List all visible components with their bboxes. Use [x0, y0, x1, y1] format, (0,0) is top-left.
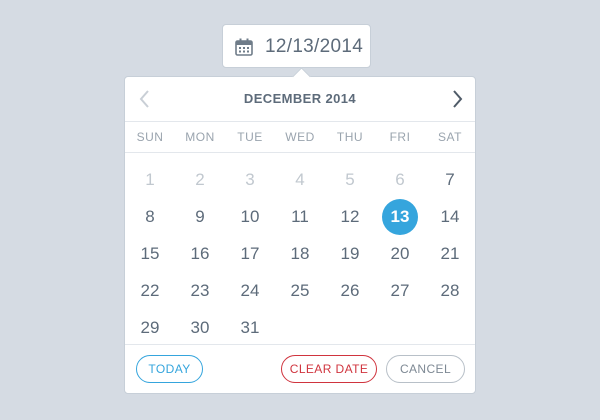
calendar-day-label: 24 — [240, 281, 260, 300]
weekday-row: SUN MON TUE WED THU FRI SAT — [125, 122, 475, 152]
calendar-day-label: 31 — [240, 318, 260, 337]
calendar-day[interactable]: 26 — [325, 273, 375, 309]
calendar-day[interactable]: 8 — [125, 199, 175, 235]
footer-divider — [125, 344, 475, 345]
calendar-day: 5 — [325, 162, 375, 198]
datepicker-popover: DECEMBER 2014 SUN MON TUE WED THU FRI SA… — [124, 67, 476, 394]
calendar-day-label: 29 — [140, 318, 160, 337]
cancel-button[interactable]: CANCEL — [386, 355, 465, 383]
calendar-day: 6 — [375, 162, 425, 198]
calendar-day-label: 5 — [345, 170, 355, 189]
calendar-day-label: 6 — [395, 170, 405, 189]
calendar-day[interactable]: 10 — [225, 199, 275, 235]
weekday-label: SAT — [438, 130, 462, 144]
calendar-day-label: 19 — [340, 244, 360, 263]
calendar-day[interactable]: 21 — [425, 236, 475, 272]
calendar-day-label: 4 — [295, 170, 305, 189]
calendar-day-label: 30 — [190, 318, 210, 337]
calendar-day-label: 23 — [190, 281, 210, 300]
calendar-day[interactable]: 22 — [125, 273, 175, 309]
date-input-value: 12/13/2014 — [265, 36, 364, 57]
calendar-day-label: 8 — [145, 207, 155, 226]
calendar-day[interactable]: 29 — [125, 310, 175, 346]
weekday-label: SUN — [136, 130, 164, 144]
calendar-day[interactable]: 31 — [225, 310, 275, 346]
calendar-day-label: 16 — [190, 244, 210, 263]
calendar-day[interactable]: 12 — [325, 199, 375, 235]
calendar-icon — [235, 38, 253, 56]
calendar-day-label: 26 — [340, 281, 360, 300]
calendar-header: DECEMBER 2014 — [125, 77, 475, 121]
calendar-day: 3 — [225, 162, 275, 198]
calendar-day[interactable]: 11 — [275, 199, 325, 235]
calendar-day[interactable]: 27 — [375, 273, 425, 309]
calendar-day[interactable]: 16 — [175, 236, 225, 272]
calendar-day-label: 9 — [195, 207, 205, 226]
calendar-day: 2 — [175, 162, 225, 198]
calendar-day-label: 27 — [390, 281, 410, 300]
calendar-day[interactable]: 9 — [175, 199, 225, 235]
month-title: DECEMBER 2014 — [243, 91, 357, 106]
calendar-day-label: 11 — [291, 207, 309, 226]
today-button[interactable]: TODAY — [136, 355, 203, 383]
calendar-day[interactable]: 20 — [375, 236, 425, 272]
calendar-day-label: 12 — [340, 207, 360, 226]
weekday-label: FRI — [389, 130, 411, 144]
calendar-day-label: 14 — [440, 207, 460, 226]
calendar-day-label: 2 — [195, 170, 205, 189]
chevron-right-icon[interactable] — [445, 87, 469, 111]
weekday-label: THU — [336, 130, 364, 144]
calendar-day[interactable]: 24 — [225, 273, 275, 309]
calendar-day[interactable]: 19 — [325, 236, 375, 272]
weekday-label: MON — [185, 130, 215, 144]
calendar-day-label: 17 — [240, 244, 260, 263]
calendar-day[interactable]: 28 — [425, 273, 475, 309]
calendar-day[interactable]: 30 — [175, 310, 225, 346]
calendar-day[interactable]: 18 — [275, 236, 325, 272]
weekday-label: TUE — [237, 130, 263, 144]
calendar-day-label: 7 — [445, 170, 455, 189]
calendar-day-label: 15 — [140, 244, 160, 263]
weekday-label: WED — [285, 130, 315, 144]
weekday-divider — [125, 152, 475, 153]
calendar-day[interactable]: 25 — [275, 273, 325, 309]
calendar-day-label: 25 — [290, 281, 310, 300]
calendar-day-label: 20 — [390, 244, 410, 263]
clear-date-button[interactable]: CLEAR DATE — [281, 355, 377, 383]
calendar-day-label: 3 — [245, 170, 255, 189]
calendar-day[interactable]: 14 — [425, 199, 475, 235]
calendar-day: 1 — [125, 162, 175, 198]
calendar-day-label: 21 — [440, 244, 460, 263]
date-input-field[interactable]: 12/13/2014 — [222, 24, 371, 68]
calendar-day[interactable]: 17 — [225, 236, 275, 272]
calendar-day-label: 22 — [140, 281, 160, 300]
calendar-day[interactable]: 15 — [125, 236, 175, 272]
calendar-day-label: 28 — [440, 281, 460, 300]
calendar-day-label: 10 — [240, 207, 260, 226]
calendar-day-label: 13 — [390, 207, 410, 226]
calendar-day[interactable]: 23 — [175, 273, 225, 309]
calendar-day: 4 — [275, 162, 325, 198]
calendar-day-label: 1 — [145, 170, 155, 189]
calendar-day[interactable]: 7 — [425, 162, 475, 198]
calendar-day-label: 18 — [290, 244, 310, 263]
calendar-day-selected[interactable]: 13 — [375, 199, 425, 235]
